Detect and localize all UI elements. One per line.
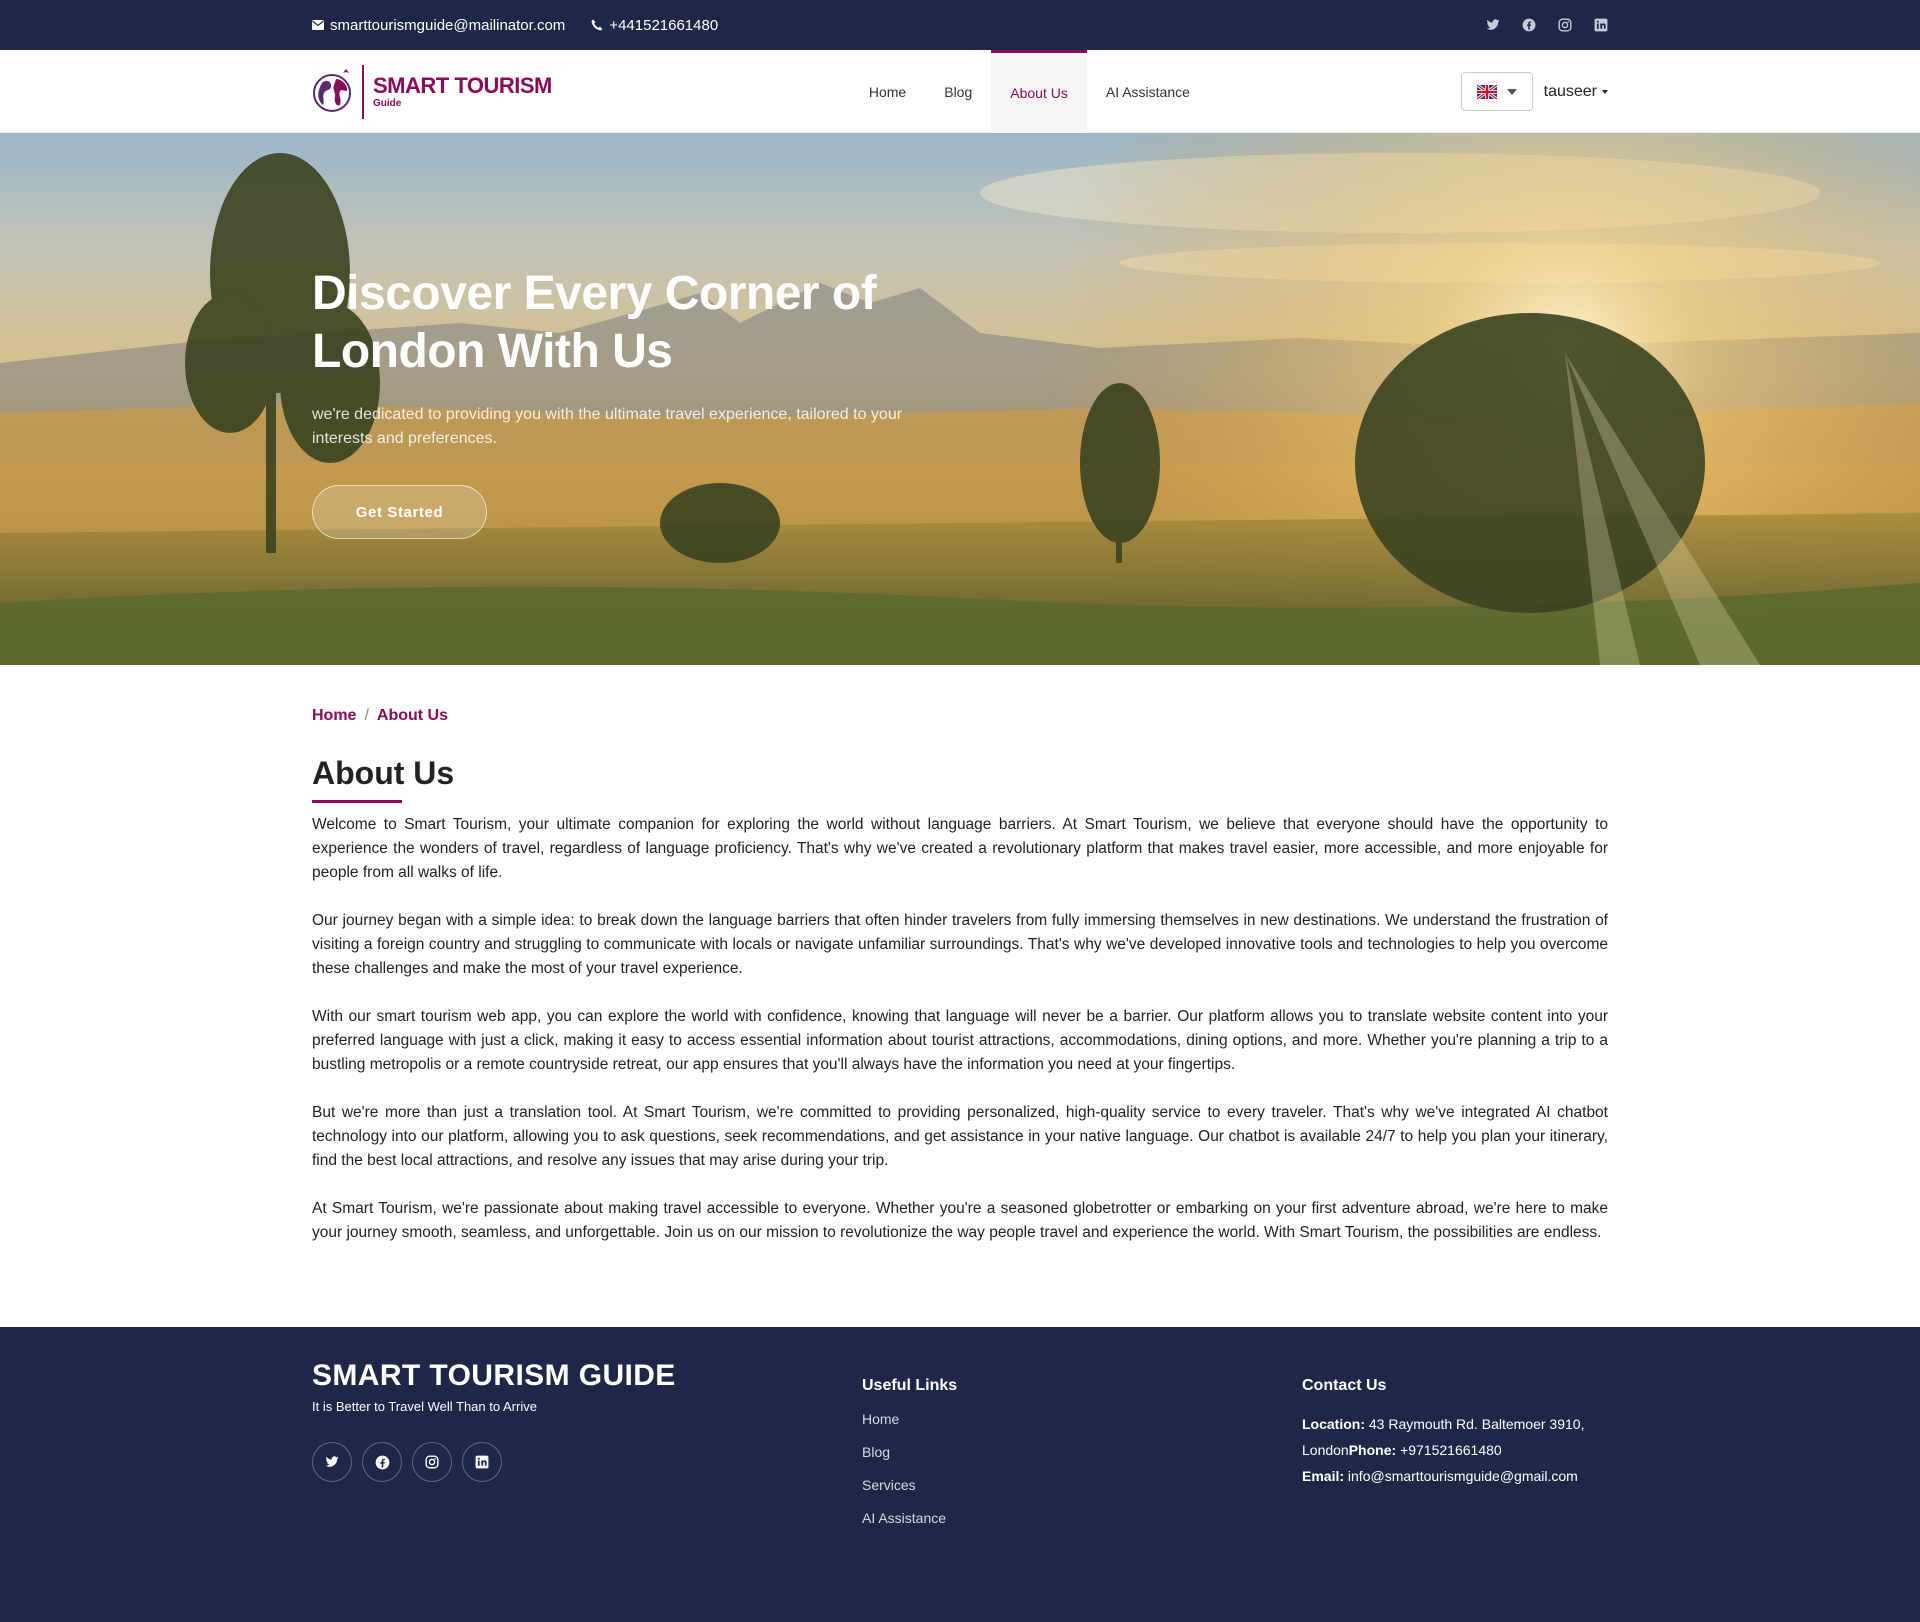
instagram-icon[interactable] (1558, 18, 1572, 32)
footer-contact-title: Contact Us (1302, 1377, 1387, 1394)
twitter-icon[interactable] (1486, 18, 1500, 32)
nav-ai-assistance[interactable]: AI Assistance (1087, 50, 1209, 133)
topbar-phone[interactable]: +441521661480 (591, 17, 718, 34)
phone-label: Phone: (1348, 1442, 1397, 1458)
footer-social-links (312, 1442, 862, 1482)
footer-brand: SMART TOURISM GUIDE (312, 1359, 676, 1392)
footer-contact-info: Location: 43 Raymouth Rd. Baltemoer 3910… (1302, 1411, 1602, 1489)
chevron-down-icon (1506, 88, 1517, 95)
get-started-button[interactable]: Get Started (312, 485, 487, 539)
hero-banner: Discover Every Corner of London With Us … (0, 133, 1920, 665)
footer-link-home[interactable]: Home (862, 1411, 1302, 1427)
hero-title: Discover Every Corner of London With Us (312, 267, 877, 378)
footer-tagline: It is Better to Travel Well Than to Arri… (312, 1399, 537, 1414)
globe-icon (313, 68, 351, 112)
topbar-email-text: smarttourismguide@mailinator.com (330, 16, 566, 34)
about-paragraph: Our journey began with a simple idea: to… (312, 912, 1608, 977)
breadcrumb-current: About Us (376, 707, 449, 724)
phone-value: +971521661480 (1400, 1442, 1502, 1458)
footer-links: Home Blog Services AI Assistance (862, 1411, 1302, 1526)
facebook-icon[interactable] (362, 1442, 402, 1482)
user-menu[interactable]: tauseer (1544, 83, 1608, 101)
logo-subtitle: Guide (373, 97, 402, 109)
topbar-social-links (1486, 18, 1608, 32)
main-header: SMART TOURISM Guide Home Blog About Us A… (0, 50, 1920, 133)
nav-blog[interactable]: Blog (925, 50, 991, 133)
nav-about-us[interactable]: About Us (991, 50, 1087, 133)
linkedin-icon[interactable] (462, 1442, 502, 1482)
breadcrumb-separator: / (364, 707, 369, 724)
email-value: info@smarttourismguide@gmail.com (1347, 1468, 1578, 1484)
topbar-email[interactable]: smarttourismguide@mailinator.com (312, 17, 565, 34)
linkedin-icon[interactable] (1594, 18, 1608, 32)
logo-title: SMART TOURISM (373, 72, 552, 98)
language-selector[interactable] (1460, 72, 1533, 111)
main-nav: Home Blog About Us AI Assistance (850, 50, 1209, 133)
uk-flag-icon (1476, 84, 1497, 99)
about-paragraph: Welcome to Smart Tourism, your ultimate … (312, 816, 1608, 881)
nav-home[interactable]: Home (850, 50, 925, 133)
location-label: Location: (1302, 1416, 1365, 1432)
envelope-icon (312, 20, 324, 30)
phone-icon (591, 19, 603, 31)
site-logo[interactable]: SMART TOURISM Guide (312, 64, 552, 120)
email-label: Email: (1302, 1468, 1345, 1484)
title-underline (312, 800, 402, 803)
facebook-icon[interactable] (1522, 18, 1536, 32)
twitter-icon[interactable] (312, 1442, 352, 1482)
page-title: About Us (312, 755, 455, 791)
hero-subtitle: we're dedicated to providing you with th… (312, 406, 903, 447)
about-paragraph: With our smart tourism web app, you can … (312, 1008, 1608, 1073)
breadcrumb: Home / About Us (312, 707, 1608, 725)
footer-links-title: Useful Links (862, 1377, 958, 1394)
top-bar: smarttourismguide@mailinator.com +441521… (0, 0, 1920, 50)
footer-link-services[interactable]: Services (862, 1477, 1302, 1493)
logo-divider (362, 64, 364, 119)
about-paragraph: At Smart Tourism, we're passionate about… (312, 1200, 1608, 1241)
footer-link-blog[interactable]: Blog (862, 1444, 1302, 1460)
user-caret-icon (1602, 89, 1608, 94)
instagram-icon[interactable] (412, 1442, 452, 1482)
site-footer: SMART TOURISM GUIDE It is Better to Trav… (0, 1327, 1920, 1622)
topbar-phone-text: +441521661480 (609, 16, 719, 34)
about-section: Home / About Us About Us Welcome to Smar… (0, 665, 1920, 1245)
about-paragraph: But we're more than just a translation t… (312, 1104, 1608, 1169)
breadcrumb-home[interactable]: Home (312, 707, 356, 725)
footer-link-ai-assistance[interactable]: AI Assistance (862, 1510, 1302, 1526)
user-name: tauseer (1543, 82, 1597, 100)
